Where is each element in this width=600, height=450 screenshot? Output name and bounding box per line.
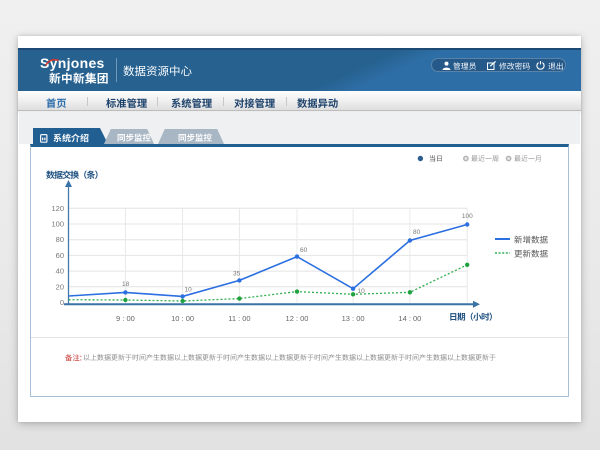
svg-text:20: 20 — [56, 282, 64, 291]
svg-text:60: 60 — [300, 247, 308, 254]
svg-text:9 : 00: 9 : 00 — [116, 314, 135, 323]
svg-text:35: 35 — [233, 271, 241, 278]
svg-text:11 : 00: 11 : 00 — [228, 314, 250, 323]
svg-text:100: 100 — [51, 220, 64, 229]
svg-text:60: 60 — [56, 251, 64, 260]
svg-text:80: 80 — [56, 235, 64, 244]
svg-text:40: 40 — [56, 267, 64, 276]
svg-text:10: 10 — [358, 288, 366, 295]
svg-text:18: 18 — [122, 281, 130, 288]
svg-text:14 : 00: 14 : 00 — [398, 314, 421, 323]
svg-text:0: 0 — [60, 298, 64, 307]
svg-text:120: 120 — [51, 204, 64, 213]
svg-text:13 : 00: 13 : 00 — [342, 314, 365, 323]
svg-text:100: 100 — [462, 213, 473, 220]
svg-text:10: 10 — [185, 287, 193, 294]
svg-text:12 : 00: 12 : 00 — [286, 314, 309, 323]
svg-text:10 : 00: 10 : 00 — [171, 314, 194, 323]
svg-text:80: 80 — [413, 229, 421, 236]
